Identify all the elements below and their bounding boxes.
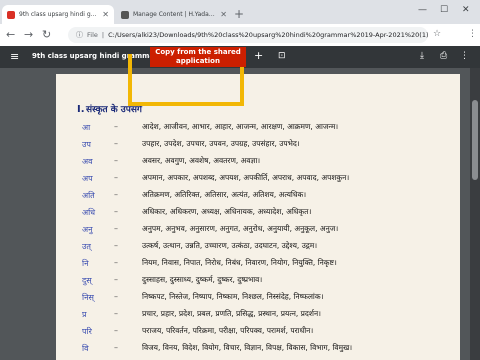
hamburger-menu-icon[interactable]: ≡ [10,50,19,63]
prefix-row: अव – अवसर, अवगुण, अवशेष, अवतरण, अवज्ञा। [56,154,460,171]
prefix-label: नि [82,259,89,268]
prefix-label: प्र [82,310,87,319]
dash-separator: – [114,190,118,199]
example-words: दुस्साहस, दुस्साध्य, दुष्कर्म, दुष्कर, द… [142,275,263,284]
prefix-label: अधि [82,208,96,217]
dash-separator: – [114,326,118,335]
maximize-icon[interactable]: ☐ [440,5,448,15]
reload-icon[interactable]: ↻ [42,28,51,41]
prefix-row: अधि – अधिकार, अधिकरण, अध्यक्ष, अधिनायक, अध… [56,205,460,222]
dash-separator: – [114,309,118,318]
example-words: उत्कर्ष, उत्थान, उन्नति, उच्चारण, उत्कंठ… [142,241,318,250]
prefix-label: वि [82,344,89,353]
tab-title: Manage Content | H.Yadaav Sur [133,11,216,18]
prefix-row: अति – अतिक्रमण, अतिरिक्त, अतिसार, अत्यंत, … [56,188,460,205]
prefix-row: नि – नियम, निवास, निपात, निरोध, निबंध, निव… [56,256,460,273]
close-tab-icon[interactable]: ✕ [102,10,109,19]
pdf-viewer[interactable]: I. संस्कृत के उपसर्ग आ – आदेश, आजीवन, आभार… [0,68,480,360]
dash-separator: – [114,292,118,301]
prefix-row: प्र – प्रचार, प्रहार, प्रदेश, प्रबल, प्रणत… [56,307,460,324]
dash-separator: – [114,122,118,131]
prefix-label: परि [82,327,92,336]
example-words: अधिकार, अधिकरण, अध्यक्ष, अधिनायक, अध्याद… [142,207,312,216]
address-bar[interactable]: ⓘ File | C:/Users/alki23/Downloads/9th%2… [68,27,428,43]
download-icon[interactable]: ⤓ [420,51,424,61]
prefix-label: आ [82,123,91,132]
example-words: पराजय, परिवर्तन, परिक्रमा, परीक्षा, परिप… [142,326,314,335]
prefix-label: उत् [82,242,91,251]
example-words: अपमान, अपकार, अपशब्द, अपयश, अपकीर्ति, अप… [142,173,350,182]
dash-separator: – [114,139,118,148]
tab-title: 9th class upsarg hindi gramma [19,11,98,18]
scheme-label: File [87,31,98,39]
prefix-row: उत् – उत्कर्ष, उत्थान, उन्नति, उच्चारण, उत… [56,239,460,256]
bookmark-star-icon[interactable]: ☆ [433,29,441,39]
prefix-label: उप [82,140,91,149]
example-words: अवसर, अवगुण, अवशेष, अवतरण, अवज्ञा। [142,156,261,165]
pdf-favicon-icon [7,10,15,19]
dash-separator: – [114,275,118,284]
dash-separator: – [114,173,118,182]
back-icon[interactable]: ← [6,28,15,41]
dash-separator: – [114,343,118,352]
separator: | [101,31,105,39]
example-words: प्रचार, प्रहार, प्रदेश, प्रबल, प्रणति, प… [142,309,321,318]
example-words: विजय, विनय, विदेश, वियोग, विचार, विज्ञान… [142,343,353,352]
pdf-page: I. संस्कृत के उपसर्ग आ – आदेश, आजीवन, आभार… [56,74,460,360]
example-words: अनुपम, अनुभव, अनुसारण, अनुगत, अनुरोध, अन… [142,224,339,233]
menu-kebab-icon[interactable]: ⋮ [468,29,477,39]
prefix-label: अप [82,174,93,183]
close-window-icon[interactable]: ✕ [462,5,470,15]
forward-icon[interactable]: → [24,28,33,41]
dash-separator: – [114,241,118,250]
dash-separator: – [114,224,118,233]
tab-manage-content[interactable]: Manage Content | H.Yadaav Sur ✕ [116,5,232,24]
annotation-label: Copy from the shared application [150,47,246,67]
site-favicon-icon [121,10,129,19]
prefix-row: अप – अपमान, अपकार, अपशब्द, अपयश, अपकीर्ति,… [56,171,460,188]
prefix-row: परि – पराजय, परिवर्तन, परिक्रमा, परीक्षा, … [56,324,460,341]
example-words: निष्कपट, निस्तेज, निष्पाप, निष्काम, निश्… [142,292,324,301]
scrollbar-thumb[interactable] [472,100,478,180]
prefix-label: अनु [82,225,93,234]
zoom-in-button[interactable]: + [254,49,263,62]
dash-separator: – [114,207,118,216]
prefix-row: दुस् – दुस्साहस, दुस्साध्य, दुष्कर्म, दुष्… [56,273,460,290]
prefix-row: अनु – अनुपम, अनुभव, अनुसारण, अनुगत, अनुरोध… [56,222,460,239]
prefix-row: वि – विजय, विनय, विदेश, वियोग, विचार, विज्… [56,341,460,358]
tab-bar: 9th class upsarg hindi gramma ✕ Manage C… [0,0,480,24]
url-text: C:/Users/alki23/Downloads/9th%20class%20… [108,31,428,39]
dash-separator: – [114,156,118,165]
prefix-row: उप – उपहार, उपदेश, उपचार, उपवन, उपग्रह, उप… [56,137,460,154]
prefix-label: दुस् [82,276,92,285]
info-icon: ⓘ [76,31,83,39]
prefix-label: अव [82,157,93,166]
dash-separator: – [114,258,118,267]
example-words: उपहार, उपदेश, उपचार, उपवन, उपग्रह, उपसंह… [142,139,300,148]
example-words: नियम, निवास, निपात, निरोध, निबंध, निवारण… [142,258,337,267]
tab-pdf[interactable]: 9th class upsarg hindi gramma ✕ [2,5,114,24]
minimize-icon[interactable]: — [418,5,427,15]
browser-window: 9th class upsarg hindi gramma ✕ Manage C… [0,0,480,360]
address-toolbar: ← → ↻ ⓘ File | C:/Users/alki23/Downloads… [0,24,480,65]
example-words: आदेश, आजीवन, आभार, आहार, आजन्म, आरक्षण, … [142,122,339,131]
more-options-icon[interactable]: ⋮ [460,51,469,61]
section-number: I. [77,104,85,115]
print-icon[interactable]: ⎙ [440,51,447,61]
new-tab-button[interactable]: + [234,7,244,21]
prefix-label: अति [82,191,95,200]
prefix-label: निस् [82,293,94,302]
fit-page-icon[interactable]: ⊡ [278,51,286,61]
prefix-row: आ – आदेश, आजीवन, आभार, आहार, आजन्म, आरक्षण… [56,120,460,137]
example-words: अतिक्रमण, अतिरिक्त, अतिसार, अत्यंत, अतिश… [142,190,307,199]
close-tab-icon[interactable]: ✕ [220,10,227,19]
prefix-row: निस् – निष्कपट, निस्तेज, निष्पाप, निष्काम,… [56,290,460,307]
